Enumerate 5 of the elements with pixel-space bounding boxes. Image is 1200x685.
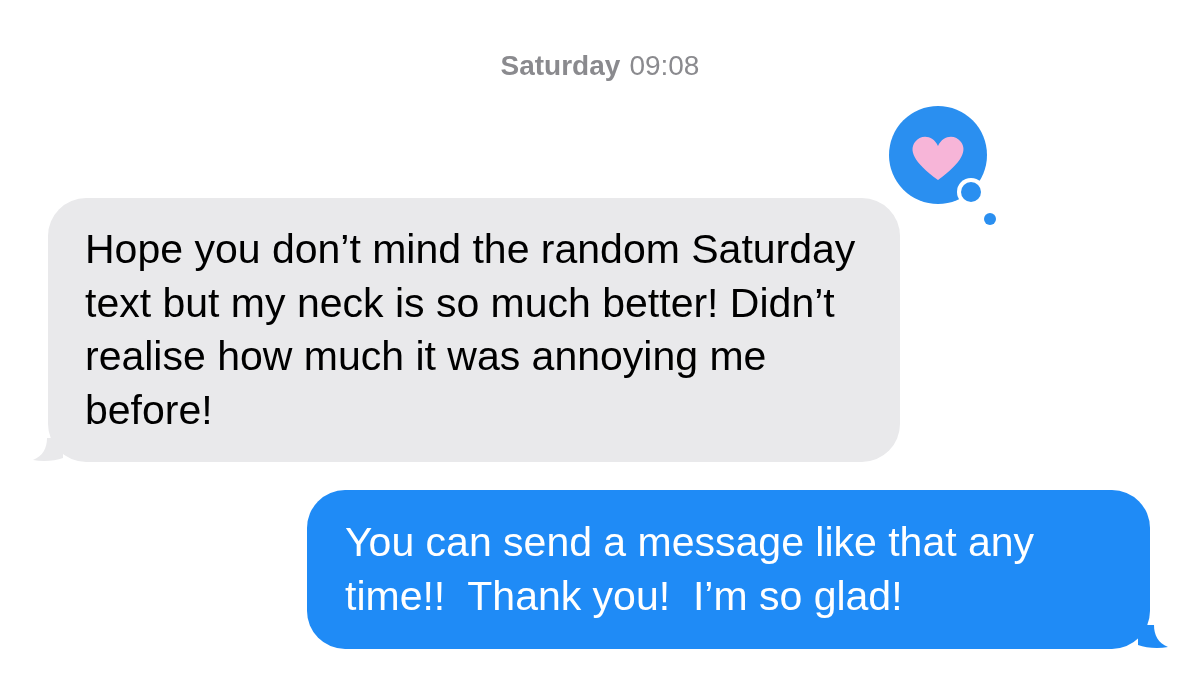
timestamp-day: Saturday xyxy=(500,48,621,84)
timestamp-time: 09:08 xyxy=(629,49,700,83)
message-bubble: You can send a message like that any time!! Thank you! I’m so glad! xyxy=(307,490,1150,649)
bubble-tail xyxy=(1138,625,1168,649)
message-bubble: Hope you don’t mind the random Saturday text but my neck is so much better! Didn’t realise how much it was annoying me before! xyxy=(48,198,900,462)
